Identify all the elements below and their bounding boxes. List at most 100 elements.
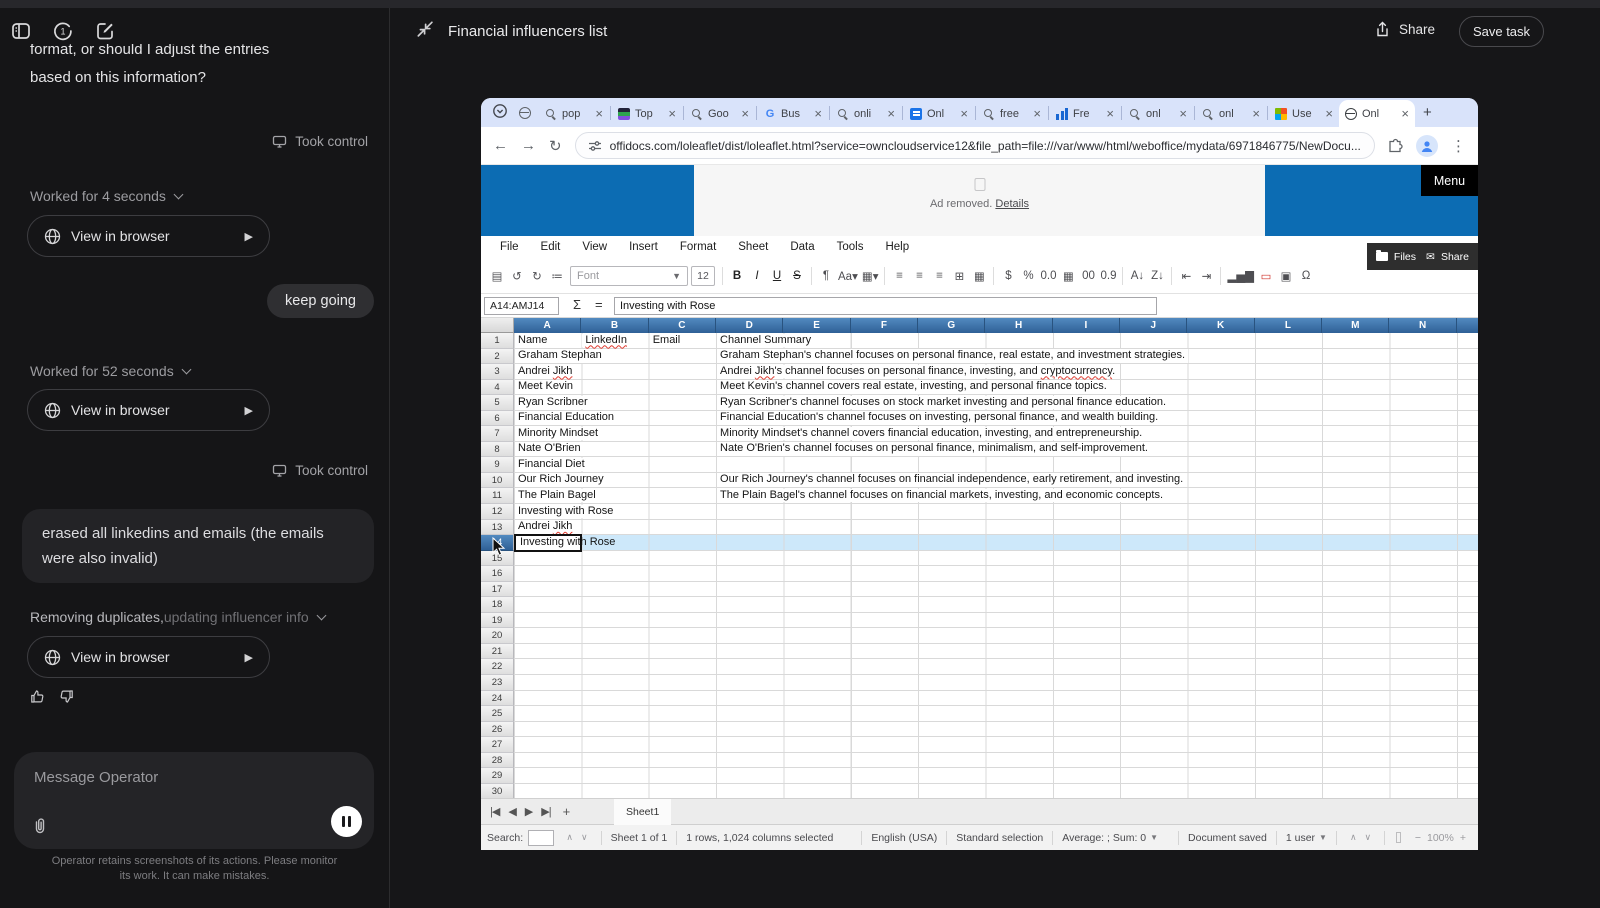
row-header-28[interactable]: 28 <box>481 753 514 769</box>
url-field[interactable]: offidocs.com/loleaflet/dist/loleaflet.ht… <box>575 132 1375 159</box>
row-body-30[interactable] <box>514 784 1478 798</box>
table-row[interactable]: 26 <box>481 722 1478 738</box>
row-header-1[interactable]: 1 <box>481 333 514 349</box>
table-row[interactable]: 27 <box>481 737 1478 753</box>
menu-data[interactable]: Data <box>779 241 825 253</box>
row-body-20[interactable] <box>514 628 1478 644</box>
image-icon[interactable]: ▣ <box>1276 269 1296 283</box>
row-body-3[interactable]: Andrei JikhAndrei Jikh's channel focuses… <box>514 364 1478 380</box>
browser-tab[interactable]: onl× <box>1123 100 1193 127</box>
row-header-8[interactable]: 8 <box>481 442 514 458</box>
browser-tab[interactable]: GBus× <box>758 100 828 127</box>
text-case-icon[interactable]: Aa▾ <box>836 269 860 283</box>
add-decimal-icon[interactable]: 00 <box>1078 270 1098 282</box>
row-body-5[interactable]: Ryan ScribnerRyan Scribner's channel foc… <box>514 395 1478 411</box>
worked-step-1[interactable]: Worked for 4 seconds <box>30 188 182 204</box>
document-share-button[interactable]: ✉ Share <box>1417 243 1478 270</box>
forward-icon[interactable]: → <box>521 137 536 154</box>
tab-close-icon[interactable]: × <box>741 108 749 120</box>
browser-menu-kebab-icon[interactable]: ⋮ <box>1451 137 1466 155</box>
column-header-D[interactable]: D <box>716 318 783 333</box>
row-body-25[interactable] <box>514 706 1478 722</box>
last-sheet-icon[interactable]: ▶| <box>541 805 550 818</box>
row-header-20[interactable]: 20 <box>481 628 514 644</box>
panel-toggle-icon[interactable] <box>10 20 32 42</box>
column-header-I[interactable]: I <box>1053 318 1120 333</box>
next-sheet-icon[interactable]: ▶ <box>525 805 532 818</box>
prev-sheet-icon[interactable]: ◀ <box>508 805 515 818</box>
share-task-button[interactable]: Share <box>1375 21 1435 38</box>
browser-tab[interactable]: Fre× <box>1050 100 1120 127</box>
column-header-A[interactable]: A <box>514 318 581 333</box>
table-row[interactable]: 29 <box>481 768 1478 784</box>
back-icon[interactable]: ← <box>493 137 508 154</box>
table-row[interactable]: 8Nate O'BrienNate O'Brien's channel focu… <box>481 442 1478 458</box>
select-all-corner[interactable] <box>481 318 514 333</box>
chart-icon[interactable]: ▂▅▇ <box>1225 269 1256 283</box>
browser-tab[interactable]: free× <box>977 100 1047 127</box>
undo-icon[interactable]: ↺ <box>507 269 527 283</box>
add-sheet-icon[interactable]: + <box>563 804 571 819</box>
dropdown-arrow-icon[interactable]: ▼ <box>1319 833 1327 842</box>
row-header-13[interactable]: 13 <box>481 520 514 536</box>
row-body-16[interactable] <box>514 566 1478 582</box>
zoom-out-button[interactable]: − <box>1415 832 1421 844</box>
table-row[interactable]: 22 <box>481 659 1478 675</box>
row-header-26[interactable]: 26 <box>481 722 514 738</box>
redo-icon[interactable]: ↻ <box>527 269 547 283</box>
table-row[interactable]: 13Andrei Jikh <box>481 520 1478 536</box>
borders-icon[interactable]: ▦▾ <box>860 269 881 283</box>
view-in-browser-button-3[interactable]: View in browser ▶ <box>27 636 270 678</box>
strikethrough-icon[interactable]: S <box>787 270 807 282</box>
collapse-panel-icon[interactable] <box>417 21 434 38</box>
table-row[interactable]: 17 <box>481 582 1478 598</box>
row-body-14[interactable]: Investing with Rose <box>514 535 1478 551</box>
table-row[interactable]: 23 <box>481 675 1478 691</box>
compose-icon[interactable] <box>94 20 116 42</box>
worked-step-2[interactable]: Worked for 52 seconds <box>30 363 190 379</box>
menu-insert[interactable]: Insert <box>618 241 669 253</box>
italic-icon[interactable]: I <box>747 270 767 282</box>
column-header-J[interactable]: J <box>1120 318 1187 333</box>
row-body-9[interactable]: Financial Diet <box>514 457 1478 473</box>
menu-help[interactable]: Help <box>874 241 920 253</box>
new-tab-button[interactable]: + <box>1423 104 1432 121</box>
row-body-18[interactable] <box>514 597 1478 613</box>
search-down-icon[interactable]: ∨ <box>581 832 588 843</box>
align-right-icon[interactable]: ≡ <box>929 270 949 282</box>
sum-icon[interactable]: Σ <box>573 297 581 312</box>
row-body-22[interactable] <box>514 659 1478 675</box>
font-name-combo[interactable]: Font▼ <box>570 266 688 286</box>
delete-decimal-icon[interactable]: 0.9 <box>1098 270 1118 282</box>
row-header-11[interactable]: 11 <box>481 488 514 504</box>
table-row[interactable]: 11The Plain BagelThe Plain Bagel's chann… <box>481 488 1478 504</box>
row-header-27[interactable]: 27 <box>481 737 514 753</box>
table-icon[interactable]: ▦ <box>969 269 989 283</box>
table-row[interactable]: 18 <box>481 597 1478 613</box>
table-row[interactable]: 3Andrei JikhAndrei Jikh's channel focuse… <box>481 364 1478 380</box>
save-icon[interactable]: ▤ <box>487 269 507 283</box>
row-header-23[interactable]: 23 <box>481 675 514 691</box>
row-header-19[interactable]: 19 <box>481 613 514 629</box>
table-row[interactable]: 4Meet KevinMeet Kevin's channel covers r… <box>481 380 1478 396</box>
row-body-17[interactable] <box>514 582 1478 598</box>
save-task-button[interactable]: Save task <box>1459 16 1544 47</box>
profile-avatar[interactable] <box>1416 135 1438 157</box>
row-body-11[interactable]: The Plain BagelThe Plain Bagel's channel… <box>514 488 1478 504</box>
clone-formatting-icon[interactable]: ≔ <box>547 269 567 283</box>
menu-tools[interactable]: Tools <box>826 241 875 253</box>
row-body-12[interactable]: Investing with Rose <box>514 504 1478 520</box>
currency-icon[interactable]: $ <box>998 270 1018 282</box>
row-header-24[interactable]: 24 <box>481 691 514 707</box>
row-header-6[interactable]: 6 <box>481 411 514 427</box>
column-header-partial[interactable] <box>1457 318 1478 333</box>
row-body-8[interactable]: Nate O'BrienNate O'Brien's channel focus… <box>514 442 1478 458</box>
users-status[interactable]: 1 user <box>1286 832 1315 844</box>
thumbs-down-icon[interactable] <box>59 689 74 704</box>
row-header-2[interactable]: 2 <box>481 349 514 365</box>
tab-close-icon[interactable]: × <box>1401 108 1409 120</box>
row-body-29[interactable] <box>514 768 1478 784</box>
row-body-13[interactable]: Andrei Jikh <box>514 520 1478 536</box>
row-header-12[interactable]: 12 <box>481 504 514 520</box>
column-header-K[interactable]: K <box>1187 318 1254 333</box>
